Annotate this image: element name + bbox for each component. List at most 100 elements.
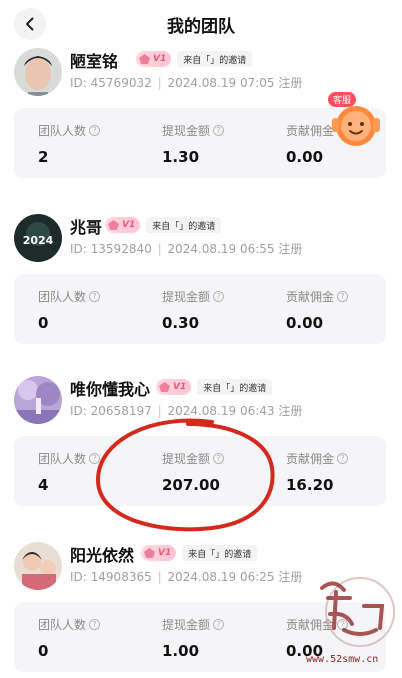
help-icon[interactable]: ?	[337, 291, 349, 302]
register-time: 2024.08.19 06:25	[167, 570, 275, 584]
vip-level-badge: V1	[156, 379, 192, 395]
help-icon[interactable]: ?	[337, 453, 349, 464]
id-label: ID:	[70, 404, 87, 418]
stat-team-count: 团队人数? 0	[38, 288, 101, 332]
member-id: 14908365	[90, 570, 152, 584]
member-tags: V1 来自「」的邀请	[136, 51, 253, 67]
help-icon[interactable]: ?	[213, 125, 225, 136]
member-id: 20658197	[90, 404, 152, 418]
seal-logo-icon	[320, 577, 395, 647]
stat-label: 贡献佣金	[286, 124, 335, 138]
vip-level-badge: V1	[141, 545, 177, 561]
member-tags: V1 来自「」的邀请	[105, 217, 222, 233]
avatar[interactable]	[14, 542, 62, 590]
member-header: 2024 兆哥 V1 来自「」的邀请 ID: 13592840 | 2024.0…	[0, 210, 402, 270]
register-time: 2024.08.19 06:55	[167, 242, 275, 256]
member-header: 唯你懂我心 V1 来自「」的邀请 ID: 20658197 | 2024.08.…	[0, 372, 402, 432]
separator: |	[157, 76, 162, 90]
stat-value: 16.20	[286, 476, 334, 494]
stat-value: 0	[38, 642, 49, 660]
avatar-text: 2024	[23, 234, 54, 247]
stat-label: 贡献佣金	[286, 290, 335, 304]
stat-value: 0.00	[286, 314, 324, 332]
id-label: ID:	[70, 76, 87, 90]
help-icon[interactable]: ?	[213, 453, 225, 464]
service-badge: 客服	[328, 92, 357, 107]
register-time: 2024.08.19 06:43	[167, 404, 275, 418]
invite-tag: 来自「」的邀请	[182, 545, 258, 561]
register-time: 2024.08.19 07:05	[167, 76, 275, 90]
help-icon[interactable]: ?	[89, 125, 101, 136]
member-tags: V1 来自「」的邀请	[156, 379, 273, 395]
stat-value: 2	[38, 148, 49, 166]
stat-label: 提现金额	[162, 618, 211, 632]
member-name: 陋室铭	[70, 52, 119, 71]
stat-label: 提现金额	[162, 452, 211, 466]
stat-label: 团队人数	[38, 290, 87, 304]
help-icon[interactable]: ?	[213, 619, 225, 630]
stat-label: 团队人数	[38, 452, 87, 466]
help-icon[interactable]: ?	[89, 453, 101, 464]
customer-service-button[interactable]: 客服	[328, 92, 384, 152]
team-screen: 我的团队 陋室铭 V1 来自「」的邀请 ID: 45769032 | 2024.…	[0, 0, 402, 678]
separator: |	[157, 570, 162, 584]
watermark-url: www.52smw.cn	[306, 654, 379, 665]
member-id-line: ID: 45769032 | 2024.08.19 07:05 注册	[70, 74, 302, 91]
stat-value: 0.30	[162, 314, 200, 332]
stat-withdraw: 提现金额? 1.00	[162, 616, 225, 660]
id-label: ID:	[70, 242, 87, 256]
site-watermark: www.52smw.cn	[300, 568, 400, 678]
separator: |	[157, 404, 162, 418]
stat-value: 1.30	[162, 148, 200, 166]
member-stats: 团队人数? 4 提现金额? 207.00 贡献佣金? 16.20	[14, 436, 386, 506]
stat-withdraw: 提现金额? 1.30	[162, 122, 225, 166]
id-label: ID:	[70, 570, 87, 584]
stat-commission: 贡献佣金? 16.20	[286, 450, 349, 494]
top-bar: 我的团队	[0, 0, 402, 48]
member-id-line: ID: 14908365 | 2024.08.19 06:25 注册	[70, 568, 302, 585]
stat-label: 贡献佣金	[286, 452, 335, 466]
register-suffix: 注册	[278, 404, 303, 418]
stat-value: 4	[38, 476, 49, 494]
avatar[interactable]	[14, 376, 62, 424]
vip-level-badge: V1	[105, 217, 141, 233]
member-card[interactable]: 唯你懂我心 V1 来自「」的邀请 ID: 20658197 | 2024.08.…	[0, 372, 402, 506]
member-id: 45769032	[90, 76, 152, 90]
member-name: 唯你懂我心	[70, 380, 151, 399]
stat-withdraw: 提现金额? 0.30	[162, 288, 225, 332]
member-name: 阳光依然	[70, 546, 135, 565]
member-id-line: ID: 13592840 | 2024.08.19 06:55 注册	[70, 240, 302, 257]
stat-label: 提现金额	[162, 290, 211, 304]
avatar[interactable]	[14, 48, 62, 96]
register-suffix: 注册	[278, 570, 303, 584]
register-suffix: 注册	[278, 242, 303, 256]
help-icon[interactable]: ?	[89, 619, 101, 630]
stat-team-count: 团队人数? 2	[38, 122, 101, 166]
stat-value: 0	[38, 314, 49, 332]
register-suffix: 注册	[278, 76, 303, 90]
invite-tag: 来自「」的邀请	[177, 51, 253, 67]
member-card[interactable]: 2024 兆哥 V1 来自「」的邀请 ID: 13592840 | 2024.0…	[0, 210, 402, 344]
vip-level-badge: V1	[136, 51, 172, 67]
avatar[interactable]: 2024	[14, 214, 62, 262]
stat-commission: 贡献佣金? 0.00	[286, 288, 349, 332]
stat-label: 团队人数	[38, 618, 87, 632]
help-icon[interactable]: ?	[213, 291, 225, 302]
member-id: 13592840	[90, 242, 152, 256]
member-id-line: ID: 20658197 | 2024.08.19 06:43 注册	[70, 402, 302, 419]
invite-tag: 来自「」的邀请	[197, 379, 273, 395]
page-title: 我的团队	[167, 16, 235, 37]
stat-label: 团队人数	[38, 124, 87, 138]
stat-value: 1.00	[162, 642, 200, 660]
back-button[interactable]	[14, 8, 46, 40]
stat-withdraw: 提现金额? 207.00	[162, 450, 225, 494]
stat-team-count: 团队人数? 0	[38, 616, 101, 660]
member-name: 兆哥	[70, 218, 103, 237]
stat-team-count: 团队人数? 4	[38, 450, 101, 494]
separator: |	[157, 242, 162, 256]
stat-label: 提现金额	[162, 124, 211, 138]
help-icon[interactable]: ?	[89, 291, 101, 302]
member-stats: 团队人数? 0 提现金额? 0.30 贡献佣金? 0.00	[14, 274, 386, 344]
chevron-left-icon	[26, 17, 34, 31]
member-tags: V1 来自「」的邀请	[141, 545, 258, 561]
